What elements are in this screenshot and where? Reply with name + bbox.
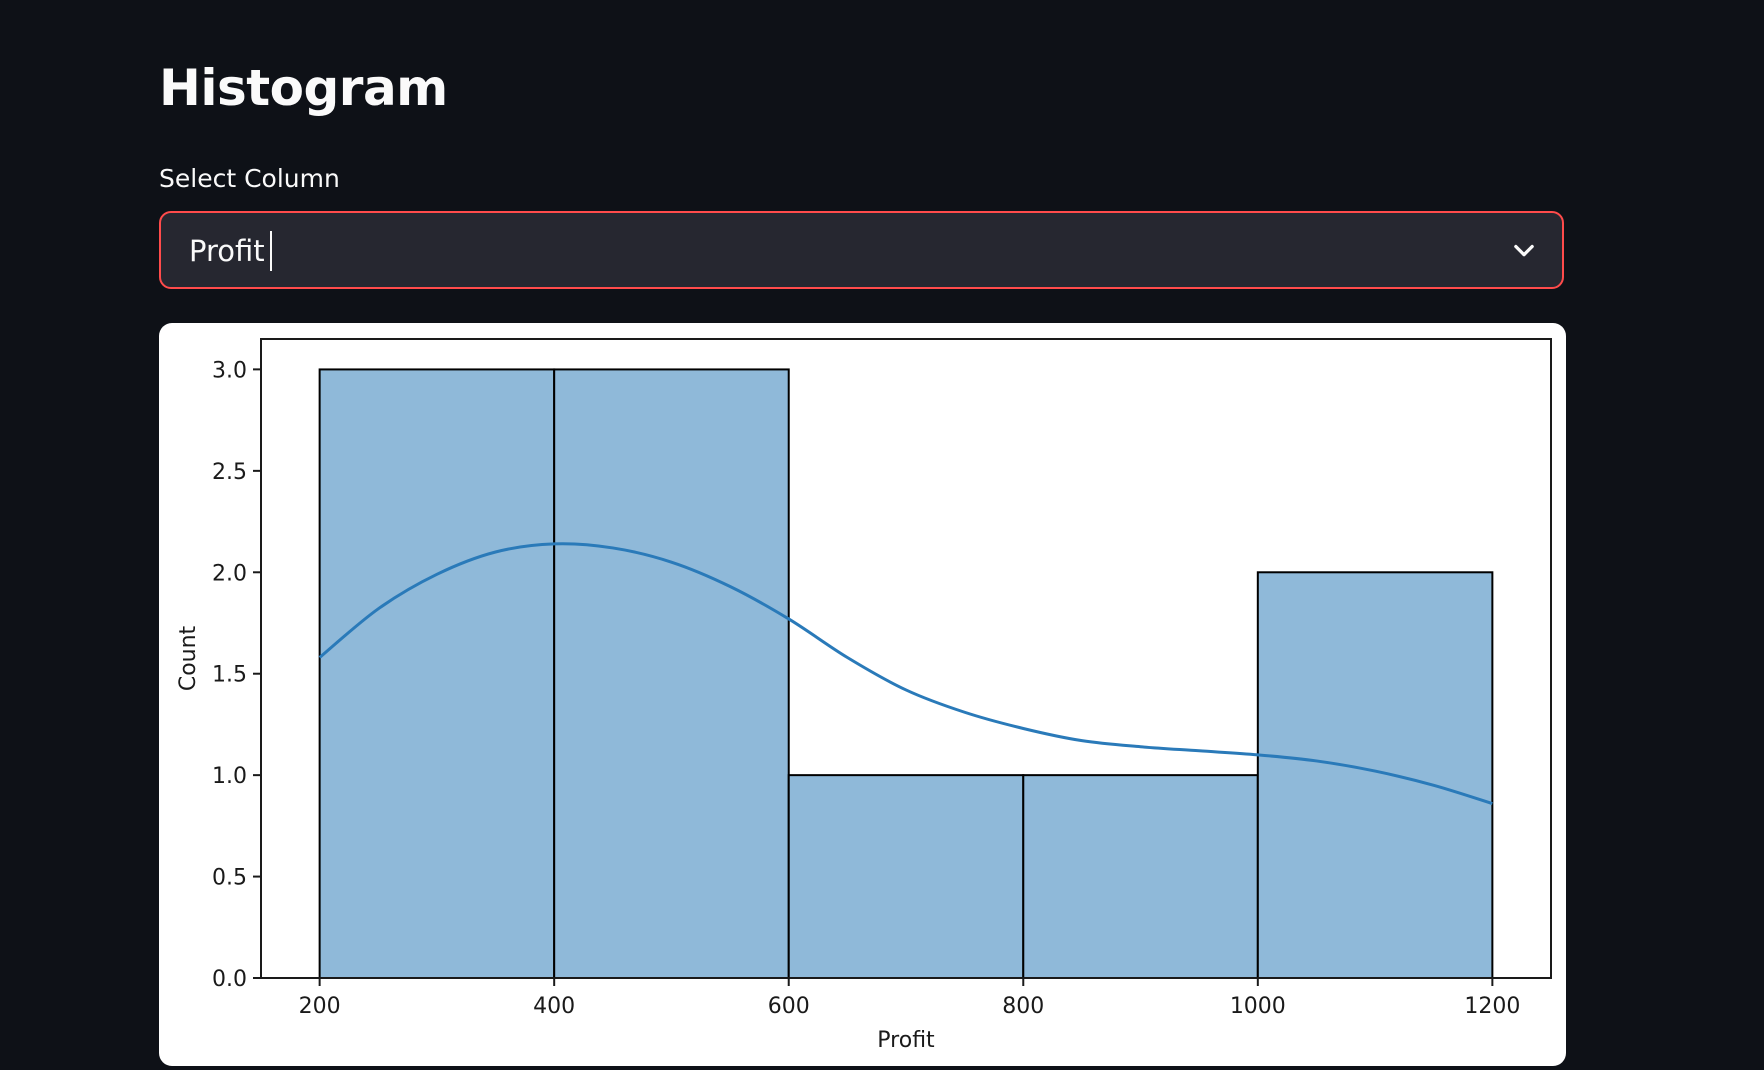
y-tick-label: 2.5 <box>212 460 247 485</box>
y-tick-label: 0.0 <box>212 967 247 992</box>
x-tick-label: 600 <box>768 994 810 1019</box>
y-axis-label: Count <box>176 625 201 691</box>
histogram-bar-1 <box>553 368 790 979</box>
histogram-bar-2 <box>787 774 1025 979</box>
histogram-chart: 200 400 600 800 1000 1200 0.0 0.5 1.0 1.5 2.0 2.5 3.… <box>176 338 1552 1053</box>
text-cursor <box>270 231 272 271</box>
y-tick-label: 1.0 <box>212 764 247 789</box>
x-tick-label: 1000 <box>1230 994 1286 1019</box>
histogram-bar-4 <box>1256 571 1494 980</box>
app-root: Histogram Select Column Profit 200 400 600… <box>0 0 1764 1070</box>
y-tick-label: 1.5 <box>212 663 247 688</box>
chevron-down-icon[interactable] <box>1510 236 1538 264</box>
chart-card: 200 400 600 800 1000 1200 0.0 0.5 1.0 1.5 2.0 2.5 3.… <box>159 323 1566 1066</box>
x-tick-label: 1200 <box>1464 994 1520 1019</box>
x-tick-label: 200 <box>299 994 341 1019</box>
column-select-value[interactable]: Profit <box>189 233 265 269</box>
y-tick-label: 2.0 <box>212 561 247 586</box>
y-tick-label: 3.0 <box>212 358 247 383</box>
x-tick-label: 800 <box>1002 994 1044 1019</box>
select-column-label: Select Column <box>159 164 340 193</box>
y-tick-label: 0.5 <box>212 866 247 891</box>
histogram-bar-3 <box>1022 774 1259 979</box>
x-axis-label: Profit <box>877 1028 935 1053</box>
histogram-bar-0 <box>318 368 556 979</box>
x-tick-label: 400 <box>533 994 575 1019</box>
page-title: Histogram <box>159 59 448 117</box>
column-select[interactable]: Profit <box>159 211 1564 289</box>
